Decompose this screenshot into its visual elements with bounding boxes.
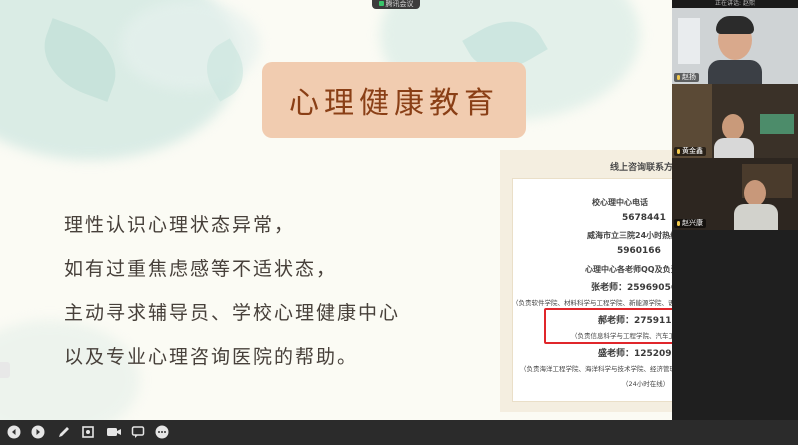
center-phone: 5678441 <box>622 213 666 223</box>
participant-name: 赵扬 <box>682 73 696 81</box>
slide-title-text: 心理健康教育 <box>289 86 499 121</box>
slide-title: 心理健康教育 <box>262 62 526 138</box>
participant-name-tag: 赵兴康 <box>674 219 706 228</box>
hotline-number: 5960166 <box>617 246 661 256</box>
center-phone-label: 校心理中心电话 <box>592 198 648 207</box>
slide-line: 理性认识心理状态异常， <box>64 214 296 236</box>
meeting-app-tag[interactable]: 腾讯会议 <box>372 0 420 9</box>
participant-face <box>722 114 744 140</box>
next-icon[interactable] <box>30 424 46 440</box>
more-icon[interactable] <box>154 424 170 440</box>
participant-shirt <box>714 138 754 158</box>
focus-icon[interactable] <box>80 424 96 440</box>
chat-icon[interactable] <box>130 424 146 440</box>
participant-hair <box>716 16 754 34</box>
camera-icon[interactable] <box>106 424 122 440</box>
mic-icon <box>677 74 680 80</box>
mic-icon <box>677 220 680 226</box>
video-tile[interactable]: 赵扬 <box>672 8 798 84</box>
slide-line: 以及专业心理咨询医院的帮助。 <box>64 346 359 368</box>
video-tile[interactable]: 黄金鑫 <box>672 84 798 158</box>
participant-shirt <box>734 204 778 230</box>
participant-name-tag: 赵扬 <box>674 73 699 82</box>
slide-line: 主动寻求辅导员、学校心理健康中心 <box>64 302 401 324</box>
teacher1-name: 张老师：25969056 <box>591 283 678 293</box>
presentation-toolbar <box>0 420 798 445</box>
participant-face <box>744 180 766 206</box>
meeting-app-label: 腾讯会议 <box>385 0 414 8</box>
contact-title: 线上咨询联系方 <box>610 163 672 173</box>
side-collapse-tab[interactable] <box>0 362 10 378</box>
slide-line: 如有过重焦虑感等不适状态， <box>64 258 338 280</box>
participant-name: 赵兴康 <box>682 219 703 227</box>
window-background <box>678 18 700 64</box>
pen-icon[interactable] <box>56 424 72 440</box>
participant-name: 黄金鑫 <box>682 147 703 155</box>
mic-icon <box>677 148 680 154</box>
slide-body: 理性认识心理状态异常， 如有过重焦虑感等不适状态， 主动寻求辅导员、学校心理健康… <box>64 210 400 386</box>
signal-icon <box>378 1 384 6</box>
shared-slide: 心理健康教育 理性认识心理状态异常， 如有过重焦虑感等不适状态， 主动寻求辅导员… <box>0 0 672 420</box>
video-tile[interactable]: 赵兴康 <box>672 158 798 230</box>
speaking-status: 正在讲话: 赵熙 <box>672 0 798 8</box>
monitor-screen <box>760 114 794 134</box>
meeting-window: 心理健康教育 理性认识心理状态异常， 如有过重焦虑感等不适状态， 主动寻求辅导员… <box>0 0 798 445</box>
participant-name-tag: 黄金鑫 <box>674 147 706 156</box>
teacher3-hours: （24小时在线） <box>622 380 670 388</box>
prev-icon[interactable] <box>6 424 22 440</box>
participant-shirt <box>708 60 762 84</box>
